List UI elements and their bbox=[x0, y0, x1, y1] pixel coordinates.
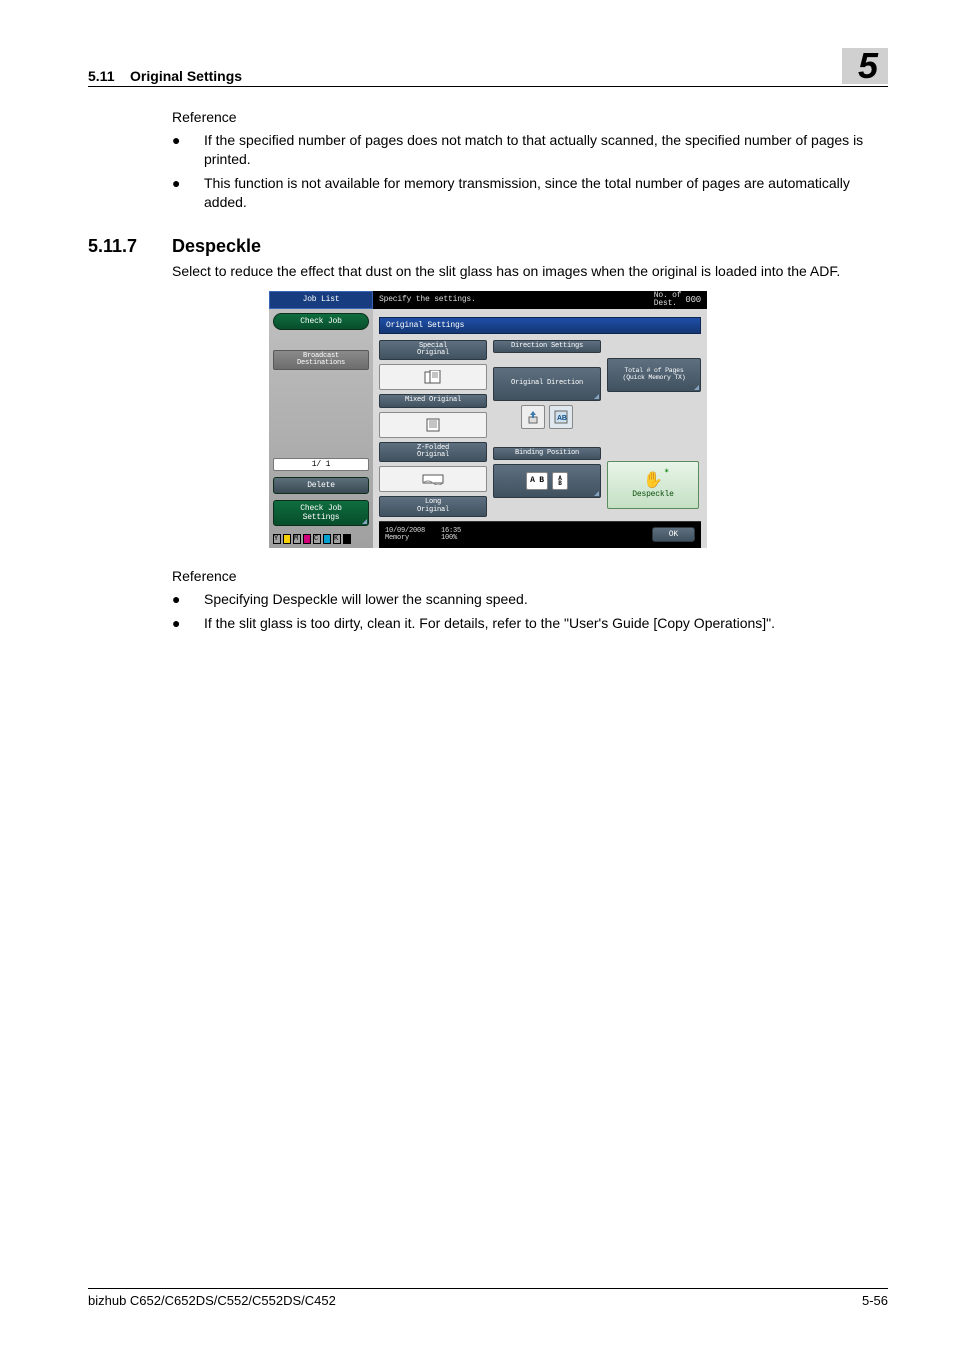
special-original-label: Special Original bbox=[379, 340, 487, 361]
direction-icon-2: AB bbox=[549, 405, 573, 429]
status-datetime: 10/09/2008 16:35 Memory 100% bbox=[385, 528, 461, 542]
chevron-icon bbox=[362, 519, 367, 524]
despeckle-icon: ✋ bbox=[643, 470, 663, 490]
check-job-settings-label: Check Job Settings bbox=[300, 504, 341, 522]
check-job-button[interactable]: Check Job bbox=[273, 313, 369, 330]
despeckle-label: Despeckle bbox=[632, 490, 673, 499]
delete-button[interactable]: Delete bbox=[273, 477, 369, 494]
bullet-text: If the slit glass is too dirty, clean it… bbox=[204, 614, 775, 633]
job-list-tab[interactable]: Job List bbox=[269, 291, 373, 309]
status-memory-label: Memory bbox=[385, 534, 409, 542]
binding-position-button[interactable]: A B AB bbox=[493, 464, 601, 498]
list-item: ● If the slit glass is too dirty, clean … bbox=[172, 614, 888, 633]
list-item: ● If the specified number of pages does … bbox=[172, 131, 888, 169]
no-of-dest-label: No. of Dest. bbox=[654, 292, 682, 306]
reference-label-2: Reference bbox=[172, 568, 888, 584]
total-pages-label: Total # of Pages (Quick Memory TX) bbox=[623, 368, 686, 382]
bullet-icon: ● bbox=[172, 174, 204, 212]
total-pages-button[interactable]: Total # of Pages (Quick Memory TX) bbox=[607, 358, 701, 392]
toner-y-icon bbox=[283, 534, 291, 544]
status-memory-value: 100% bbox=[441, 534, 457, 542]
direction-settings-label: Direction Settings bbox=[493, 340, 601, 353]
long-original-icon bbox=[379, 466, 487, 492]
bullet-text: If the specified number of pages does no… bbox=[204, 131, 888, 169]
pager-label: 1/ 1 bbox=[273, 458, 369, 471]
header-section-title: Original Settings bbox=[130, 68, 242, 84]
despeckle-button[interactable]: ✋ Despeckle bbox=[607, 461, 699, 509]
reference-list-1: ● If the specified number of pages does … bbox=[172, 131, 888, 212]
svg-text:AB: AB bbox=[557, 415, 567, 422]
toner-levels: Y M C K bbox=[273, 532, 369, 544]
specify-settings-label: Specify the settings. bbox=[379, 295, 476, 304]
header-section: 5.11 Original Settings bbox=[88, 68, 242, 84]
header-section-num: 5.11 bbox=[88, 68, 114, 84]
binding-ab-icon: A B bbox=[526, 472, 548, 490]
footer-product: bizhub C652/C652DS/C552/C552DS/C452 bbox=[88, 1293, 336, 1308]
bullet-icon: ● bbox=[172, 614, 204, 633]
chevron-icon bbox=[594, 394, 599, 399]
no-of-dest-value: 000 bbox=[685, 295, 701, 305]
original-settings-panel-title: Original Settings bbox=[379, 317, 701, 334]
reference-label-1: Reference bbox=[172, 109, 888, 125]
chevron-icon bbox=[694, 385, 699, 390]
subsection-description: Select to reduce the effect that dust on… bbox=[172, 263, 888, 279]
list-item: ● Specifying Despeckle will lower the sc… bbox=[172, 590, 888, 609]
device-screenshot: Job List Specify the settings. No. of De… bbox=[269, 291, 707, 548]
direction-icon-1 bbox=[521, 405, 545, 429]
bullet-text: This function is not available for memor… bbox=[204, 174, 888, 212]
binding-ab-vert-icon: AB bbox=[552, 472, 568, 490]
toner-k-icon bbox=[343, 534, 351, 544]
mixed-original-button[interactable]: Mixed Original bbox=[379, 394, 487, 407]
toner-c-icon bbox=[323, 534, 331, 544]
binding-position-label: Binding Position bbox=[493, 447, 601, 460]
subsection-number: 5.11.7 bbox=[88, 236, 172, 257]
bullet-icon: ● bbox=[172, 131, 204, 169]
bullet-icon: ● bbox=[172, 590, 204, 609]
original-direction-button[interactable]: Original Direction bbox=[493, 367, 601, 401]
broadcast-destinations-label: Broadcast Destinations bbox=[273, 350, 369, 370]
reference-list-2: ● Specifying Despeckle will lower the sc… bbox=[172, 590, 888, 633]
toner-m-icon bbox=[303, 534, 311, 544]
subsection-title: Despeckle bbox=[172, 236, 261, 257]
long-original-button[interactable]: Long Original bbox=[379, 496, 487, 517]
original-direction-label: Original Direction bbox=[511, 380, 583, 387]
footer-rule bbox=[88, 1288, 888, 1289]
ok-button[interactable]: OK bbox=[652, 527, 695, 542]
header-rule bbox=[88, 86, 888, 87]
mixed-original-icon bbox=[379, 364, 487, 390]
bullet-text: Specifying Despeckle will lower the scan… bbox=[204, 590, 528, 609]
chapter-number: 5 bbox=[842, 48, 888, 84]
chevron-icon bbox=[594, 491, 599, 496]
z-folded-original-button[interactable]: Z-Folded Original bbox=[379, 442, 487, 463]
z-folded-icon bbox=[379, 412, 487, 438]
list-item: ● This function is not available for mem… bbox=[172, 174, 888, 212]
footer-page: 5-56 bbox=[862, 1293, 888, 1308]
check-job-settings-button[interactable]: Check Job Settings bbox=[273, 500, 369, 526]
